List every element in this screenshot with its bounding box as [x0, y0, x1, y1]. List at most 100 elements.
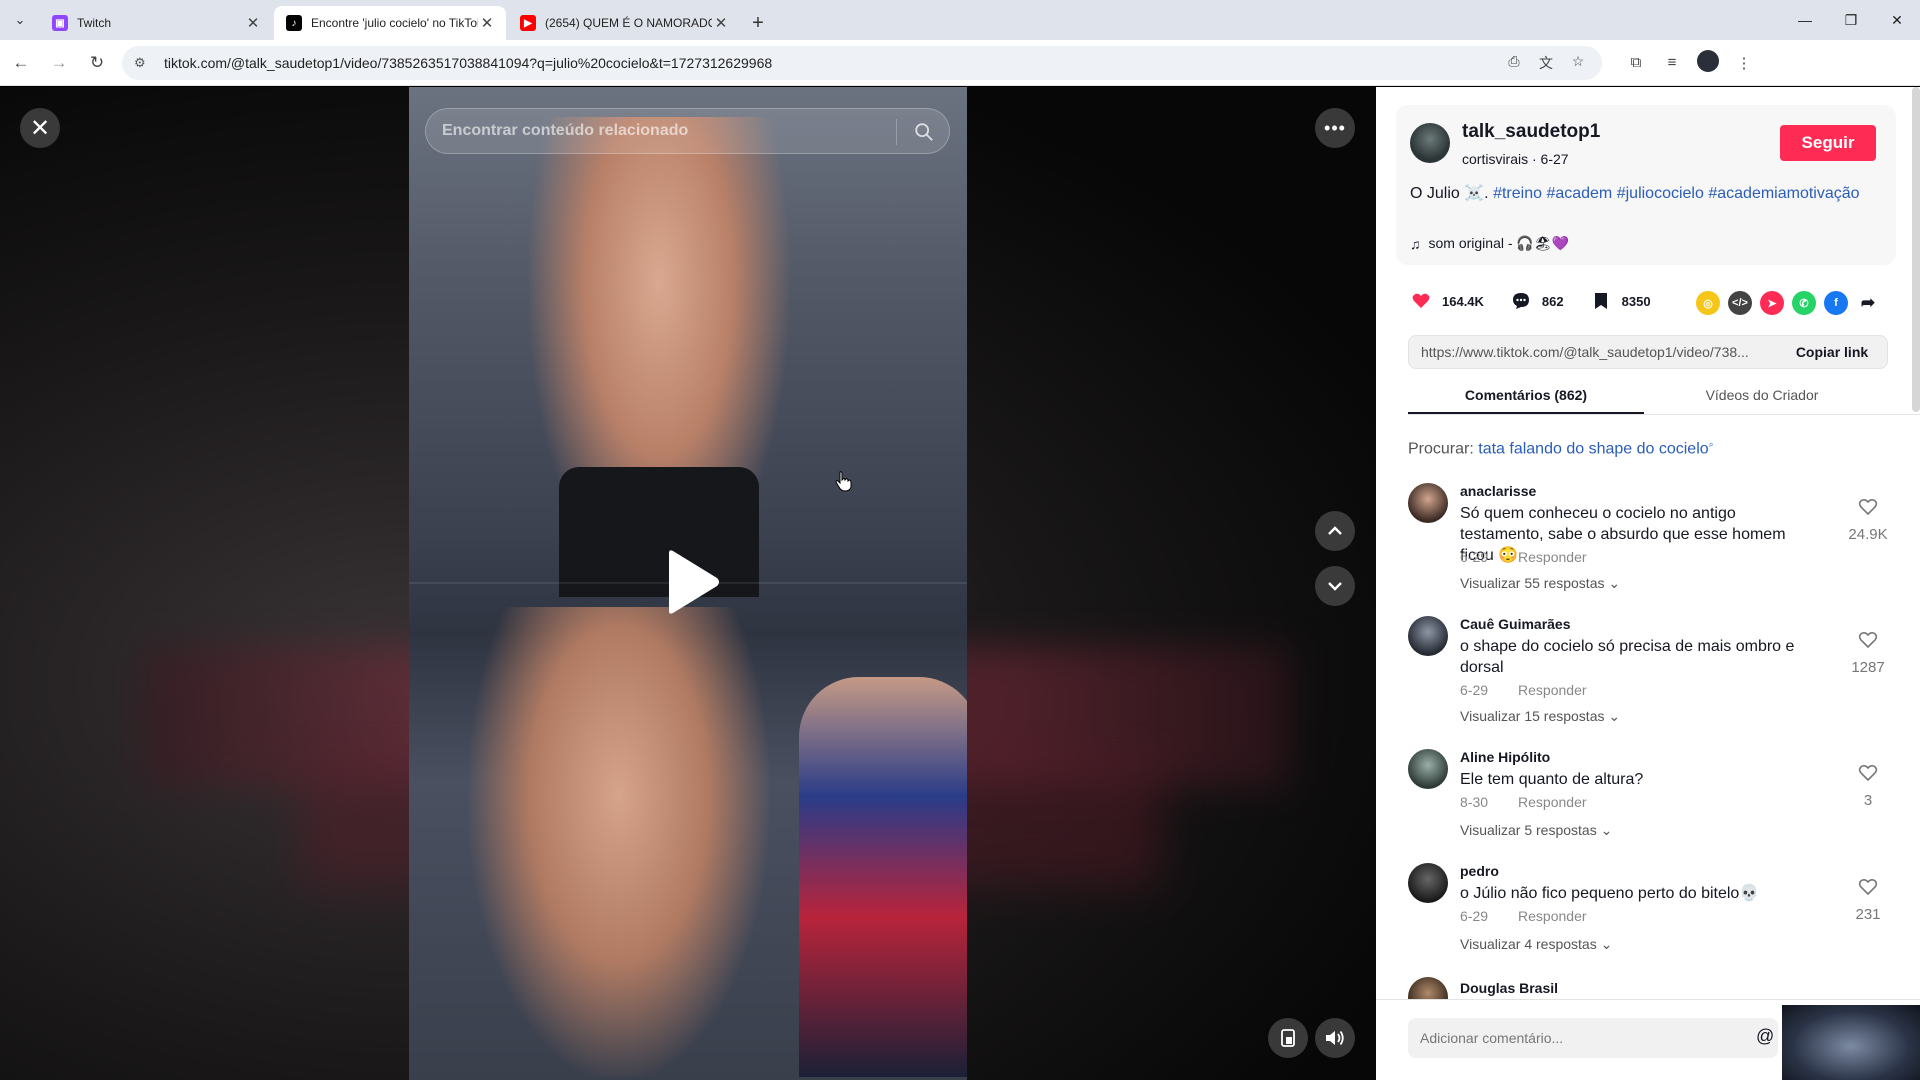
tab-title: (2654) QUEM É O NAMORADO	[545, 16, 712, 30]
avatar[interactable]	[1408, 616, 1448, 656]
panel-tabs: Comentários (862) Vídeos do Criador	[1408, 375, 1920, 415]
search-icon[interactable]	[913, 121, 935, 143]
next-video-button[interactable]	[1315, 566, 1355, 606]
site-settings-icon[interactable]: ⚙	[134, 55, 154, 71]
music-link[interactable]: ♫ som original - 🎧🏖💜	[1410, 235, 1569, 252]
tiktok-coin-icon[interactable]: ◎	[1696, 291, 1720, 315]
new-tab-button[interactable]: +	[742, 6, 774, 40]
whatsapp-icon[interactable]: ✆	[1792, 291, 1816, 315]
follow-button[interactable]: Seguir	[1780, 125, 1876, 161]
reload-icon[interactable]: ↻	[80, 46, 114, 80]
restore-icon[interactable]: ❐	[1828, 0, 1874, 40]
post-username[interactable]: talk_saudetop1	[1462, 121, 1600, 143]
view-replies-button[interactable]: Visualizar 5 respostas ⌄	[1460, 822, 1612, 839]
avatar[interactable]	[1408, 749, 1448, 789]
address-bar[interactable]: ⚙ tiktok.com/@talk_saudetop1/video/73852…	[122, 45, 1602, 80]
video-stage: Encontrar conteúdo relacionado ✕ •••	[0, 87, 1376, 1080]
embed-icon[interactable]: </>	[1728, 291, 1752, 315]
hashtag-link[interactable]: #treino	[1493, 185, 1542, 202]
share-link-box: https://www.tiktok.com/@talk_saudetop1/v…	[1408, 335, 1888, 369]
comment-like-button[interactable]: 24.9K	[1848, 497, 1888, 543]
minimize-icon[interactable]: —	[1782, 0, 1828, 40]
share-link-url[interactable]: https://www.tiktok.com/@talk_saudetop1/v…	[1409, 344, 1777, 360]
comment-like-button[interactable]: 231	[1848, 877, 1888, 923]
comment-item: Cauê Guimarães o shape do cocielo só pre…	[1408, 616, 1888, 726]
reply-button[interactable]: Responder	[1518, 794, 1587, 810]
tab-comments[interactable]: Comentários (862)	[1408, 375, 1644, 414]
comment-username[interactable]: pedro	[1460, 863, 1499, 879]
more-options-button[interactable]: •••	[1315, 108, 1355, 148]
search-icon: ⌕	[1708, 439, 1714, 449]
like-count: 164.4K	[1442, 293, 1484, 309]
comment-input[interactable]: Adicionar comentário...	[1408, 1018, 1778, 1058]
floating-player-button[interactable]	[1268, 1018, 1308, 1058]
avatar[interactable]	[1410, 123, 1450, 163]
close-tab-icon[interactable]: ✕	[712, 14, 730, 32]
chevron-down-icon: ⌄	[1608, 708, 1621, 724]
panel-scrollbar[interactable]	[1912, 87, 1920, 412]
close-video-button[interactable]: ✕	[20, 108, 60, 148]
reply-button[interactable]: Responder	[1518, 682, 1587, 698]
copy-link-button[interactable]: Copiar link	[1777, 344, 1887, 360]
avatar	[1697, 49, 1719, 72]
view-replies-button[interactable]: Visualizar 4 respostas ⌄	[1460, 936, 1612, 953]
hashtag-link[interactable]: #juliococielo	[1617, 185, 1704, 202]
bookmark-star-icon[interactable]: ☆	[1562, 53, 1594, 73]
avatar[interactable]	[1408, 977, 1448, 1001]
tab-search-icon[interactable]: ⌄	[0, 0, 40, 40]
save-count: 8350	[1621, 293, 1651, 309]
comment-date: 6-29	[1460, 682, 1489, 698]
view-replies-button[interactable]: Visualizar 15 respostas ⌄	[1460, 708, 1620, 725]
tab-title: Twitch	[77, 16, 112, 30]
menu-kebab-icon[interactable]: ⋮	[1726, 54, 1762, 72]
view-replies-button[interactable]: Visualizar 55 respostas ⌄	[1460, 575, 1620, 592]
avatar[interactable]	[1408, 863, 1448, 903]
reply-button[interactable]: Responder	[1518, 549, 1587, 565]
search-query-link[interactable]: tata falando do shape do cocielo	[1478, 440, 1708, 457]
comment-username[interactable]: anaclarisse	[1460, 483, 1536, 499]
mention-icon[interactable]: @	[1756, 1026, 1774, 1047]
comment-like-button[interactable]: 3	[1848, 763, 1888, 809]
send-icon[interactable]: ➤	[1760, 291, 1784, 315]
close-window-icon[interactable]: ✕	[1874, 0, 1920, 40]
media-control-icon[interactable]: ≡	[1654, 54, 1690, 71]
play-icon[interactable]	[663, 547, 723, 617]
reply-button[interactable]: Responder	[1518, 908, 1587, 924]
profile-avatar[interactable]	[1690, 49, 1726, 76]
heart-outline-icon	[1858, 498, 1878, 516]
extensions-icon[interactable]: ⧉	[1618, 54, 1654, 71]
comment-username[interactable]: Aline Hipólito	[1460, 749, 1550, 765]
comment-meta: 6-29 Responder	[1460, 908, 1587, 924]
facebook-icon[interactable]: f	[1824, 291, 1848, 315]
like-button[interactable]: 164.4K	[1410, 290, 1484, 312]
avatar[interactable]	[1408, 483, 1448, 523]
chevron-down-icon: ⌄	[1600, 822, 1613, 838]
comment-like-button[interactable]: 1287	[1848, 630, 1888, 676]
comment-username[interactable]: Douglas Brasil	[1460, 980, 1558, 996]
related-content-search[interactable]: Encontrar conteúdo relacionado	[425, 108, 950, 154]
back-icon[interactable]: ←	[4, 46, 38, 80]
comment-like-count: 231	[1855, 906, 1881, 923]
volume-button[interactable]	[1315, 1018, 1355, 1058]
close-tab-icon[interactable]: ✕	[244, 14, 262, 32]
save-button[interactable]: 8350	[1590, 290, 1651, 312]
close-tab-icon[interactable]: ✕	[478, 14, 496, 32]
tab-tiktok[interactable]: ♪ Encontre 'julio cocielo' no TikTok ✕	[274, 6, 506, 40]
search-divider	[896, 119, 897, 145]
forward-icon[interactable]: →	[42, 46, 76, 80]
comment-icon	[1510, 290, 1532, 312]
comment-meta: 6-29 Responder	[1460, 682, 1587, 698]
translate-icon[interactable]: 文	[1530, 53, 1562, 73]
music-title: som original - 🎧🏖💜	[1428, 235, 1570, 251]
hashtag-link[interactable]: #academiamotivação	[1708, 185, 1859, 202]
floating-player-icon	[1281, 1029, 1295, 1047]
install-app-icon[interactable]: ⎙	[1498, 53, 1530, 73]
tab-twitch[interactable]: ▣ Twitch ✕	[40, 6, 272, 40]
comment-username[interactable]: Cauê Guimarães	[1460, 616, 1571, 632]
hashtag-link[interactable]: #academ	[1546, 185, 1612, 202]
comment-button[interactable]: 862	[1510, 290, 1564, 312]
previous-video-button[interactable]	[1315, 511, 1355, 551]
tab-creator-videos[interactable]: Vídeos do Criador	[1644, 375, 1880, 414]
share-arrow-icon[interactable]: ➦	[1856, 291, 1880, 315]
tab-youtube[interactable]: ▶ (2654) QUEM É O NAMORADO ✕	[508, 6, 740, 40]
